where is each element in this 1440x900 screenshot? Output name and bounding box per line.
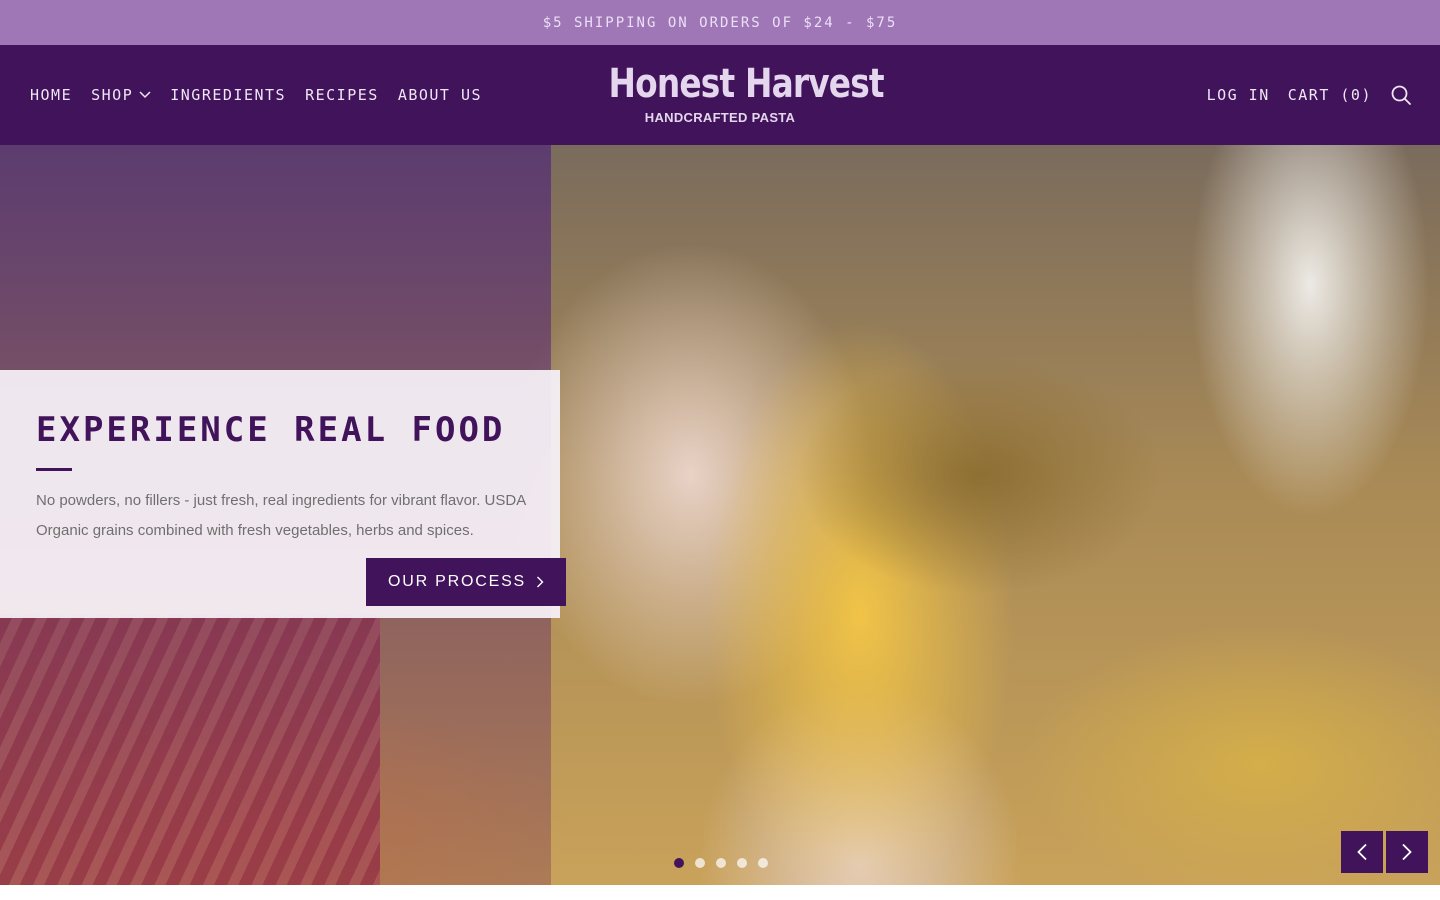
search-icon[interactable] [1390,84,1412,106]
slide-dot-3[interactable] [716,858,726,868]
nav-shop-link[interactable]: Shop [91,86,151,104]
cart-link[interactable]: Cart (0) [1288,86,1372,104]
nav-about-label: About us [397,86,483,104]
login-link[interactable]: Log in [1207,86,1270,104]
nav-home-link[interactable]: Home [30,86,72,104]
hero-description: No powders, no fillers - just fresh, rea… [36,492,526,539]
nav-recipes-label: Recipes [305,86,379,104]
announcement-bar: $5 shipping on orders of $24 - $75 [0,0,1440,45]
nav-ingredients-label: Ingredients [170,86,287,104]
slide-dot-4[interactable] [737,858,747,868]
nav-shop-label: Shop [91,86,134,104]
nav-about-link[interactable]: About us [398,86,482,104]
chevron-left-icon [1357,843,1367,861]
chevron-down-icon [139,91,151,99]
next-slide-button[interactable] [1386,831,1428,873]
slide-dot-1[interactable] [674,858,684,868]
logo-title: Honest Harvest [608,61,884,107]
chevron-right-icon [1402,843,1412,861]
site-logo[interactable]: Honest Harvest HANDCRAFTED PASTA [584,61,884,131]
nav-ingredients-link[interactable]: Ingredients [170,86,286,104]
our-process-label: Our Process [387,573,527,590]
previous-slide-button[interactable] [1341,831,1383,873]
hero-divider [36,468,72,471]
nav-home-label: Home [30,86,73,104]
logo-subtitle: HANDCRAFTED PASTA [644,110,796,125]
slide-dot-5[interactable] [758,858,768,868]
main-nav: Home Shop Ingredients Recipes About us [30,45,482,145]
slide-dot-2[interactable] [695,858,705,868]
chevron-right-icon [537,576,544,588]
site-header: Home Shop Ingredients Recipes About us H… [0,45,1440,145]
hero-title: Experience real food [36,410,506,450]
hero-slideshow: Experience real food No powders, no fill… [0,145,1440,885]
our-process-button[interactable]: Our Process [366,558,566,606]
header-actions: Log in Cart (0) [1207,45,1412,145]
nav-recipes-link[interactable]: Recipes [305,86,379,104]
announcement-text: $5 shipping on orders of $24 - $75 [542,14,898,31]
slide-dots [674,858,768,868]
